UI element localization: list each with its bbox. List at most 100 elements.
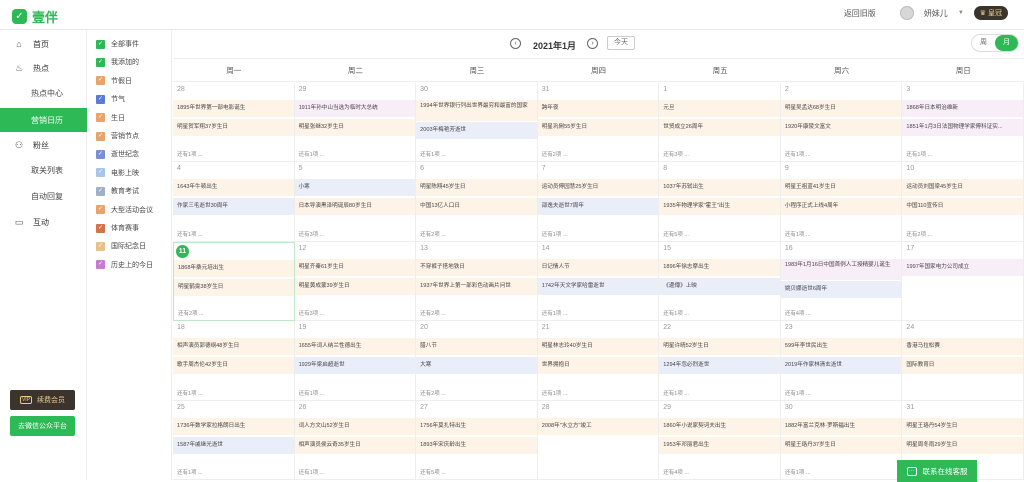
more-events-link[interactable]: 还有1项 ... (785, 389, 811, 397)
filter-item[interactable]: ✓ 全部事件 (96, 37, 139, 51)
calendar-event[interactable]: 1920年康陵文富文 (780, 119, 902, 136)
month-view-button[interactable]: 月 (995, 35, 1018, 51)
day-cell[interactable]: 16 1983年1月16日中国首例人工授精婴儿诞生 姚贝娜逝世6周年 还有4项 ... (780, 241, 903, 322)
more-events-link[interactable]: 还有1项 ... (177, 468, 203, 476)
day-cell[interactable]: 15 1896年徐志摩出生 《邊傳》上映 还有1项 ... (659, 241, 781, 322)
calendar-event[interactable]: 香港马拉松赛 (902, 338, 1023, 356)
more-events-link[interactable]: 还有1项 ... (420, 150, 446, 158)
calendar-event[interactable]: 1994年世界银行列出世界最穷和最富的国家 (416, 100, 537, 121)
day-cell[interactable]: 12 明星齐秦61岁生日 明星黄成蒙39岁生日 还有3项 ... (294, 241, 417, 322)
calendar-event[interactable]: 1860年小说家契诃夫出生 (659, 417, 780, 435)
calendar-event[interactable]: 《邊傳》上映 (659, 277, 780, 295)
calendar-event[interactable]: 日本导演黑泽明诞辰80岁生日 (294, 198, 416, 216)
back-to-old-version-link[interactable]: 返回旧版 (844, 8, 876, 19)
day-cell[interactable]: 28 1895年世界第一部电影诞生 明星贺军翔37岁生日 还有1项 ... (173, 83, 295, 163)
day-cell[interactable]: 11 1868年桑元培出生 明星鹤龛38岁生日 还有2项 ... (173, 241, 295, 322)
day-cell[interactable]: 19 1655年词人纳兰性德出生 1929年梁启超逝世 还有1项 ... (294, 321, 417, 401)
calendar-event[interactable]: 大寒 (416, 357, 537, 375)
wechat-platform-button[interactable]: 去微信公众平台 (10, 416, 75, 436)
more-events-link[interactable]: 还有5项 ... (663, 230, 689, 238)
checkbox-icon[interactable]: ✓ (96, 76, 105, 86)
calendar-event[interactable]: 明星王祖蓝41岁生日 (780, 179, 902, 197)
checkbox-icon[interactable]: ✓ (96, 113, 105, 123)
more-events-link[interactable]: 还有1项 ... (299, 468, 325, 476)
customer-service-button[interactable]: ··· 联系在线客服 (897, 460, 977, 482)
day-cell[interactable]: 18 相声演员郭德纲48岁生日 歌手周杰伦42岁生日 还有1项 ... (173, 321, 295, 401)
day-cell[interactable]: 24 香港马拉松赛 国际教育日 (902, 321, 1024, 401)
checkbox-icon[interactable]: ✓ (96, 149, 105, 159)
calendar-event[interactable]: 小寒 (294, 179, 416, 197)
filter-item[interactable]: ✓ 国际纪念日 (96, 239, 146, 253)
more-events-link[interactable]: 还有1项 ... (299, 389, 325, 397)
prev-month-button[interactable]: ‹ (510, 38, 521, 49)
more-events-link[interactable]: 还有1项 ... (177, 230, 203, 238)
more-events-link[interactable]: 还有2项 ... (906, 230, 932, 238)
more-events-link[interactable]: 还有2项 ... (178, 309, 204, 317)
calendar-event[interactable]: 1896年徐志摩出生 (659, 258, 780, 276)
more-events-link[interactable]: 还有1项 ... (299, 150, 325, 158)
more-events-link[interactable]: 还有1项 ... (177, 150, 203, 158)
checkbox-icon[interactable]: ✓ (96, 57, 105, 67)
calendar-event[interactable]: 明星吴孟达68岁生日 (780, 100, 902, 117)
filter-item[interactable]: ✓ 逝世纪念 (96, 147, 139, 161)
more-events-link[interactable]: 还有1项 ... (906, 150, 932, 158)
filter-item[interactable]: ✓ 电影上映 (96, 166, 139, 180)
calendar-event[interactable]: 国际教育日 (902, 357, 1023, 375)
day-cell[interactable]: 28 2008年"水立方"竣工 (537, 400, 660, 480)
calendar-event[interactable]: 1851年1月3日法国物理学家傅科证实... (902, 119, 1023, 136)
more-events-link[interactable]: 还有1项 ... (785, 150, 811, 158)
more-events-link[interactable]: 还有1项 ... (542, 230, 568, 238)
day-cell[interactable]: 4 1643年牛顿出生 作家三毛逝世30周年 还有1项 ... (173, 162, 295, 242)
day-cell[interactable]: 23 599年李世民出生 2019年作家林清玄逝世 还有1项 ... (780, 321, 903, 401)
day-cell[interactable]: 17 1997年国家电力公司成立 (902, 241, 1024, 322)
day-cell[interactable]: 22 明星许晴52岁生日 1294年忽必烈逝世 还有1项 ... (659, 321, 781, 401)
calendar-event[interactable]: 明星许晴52岁生日 (659, 338, 780, 356)
day-cell[interactable]: 6 明星陈翔45岁生日 中国13亿人口日 还有2项 ... (416, 162, 538, 242)
calendar-event[interactable]: 中国110宣传日 (902, 198, 1023, 216)
sidebar-item-hotspot-center[interactable]: 热点中心 (0, 81, 87, 105)
filter-item[interactable]: ✓ 节假日 (96, 74, 132, 88)
more-events-link[interactable]: 还有1项 ... (177, 389, 203, 397)
more-events-link[interactable]: 还有4项 ... (663, 468, 689, 476)
more-events-link[interactable]: 还有3项 ... (663, 150, 689, 158)
filter-item[interactable]: ✓ 我添加的 (96, 55, 139, 69)
calendar-event[interactable]: 1868年日本明治维新 (902, 100, 1023, 117)
calendar-event[interactable]: 1756年莫扎特出生 (416, 417, 537, 435)
more-events-link[interactable]: 还有1项 ... (785, 468, 811, 476)
calendar-event[interactable]: 跨年夜 (537, 100, 659, 117)
day-cell[interactable]: 29 1860年小说家契诃夫出生 1953年邓丽君出生 还有4项 ... (659, 400, 781, 480)
day-cell[interactable]: 2 明星吴孟达68岁生日 1920年康陵文富文 还有1项 ... (780, 83, 903, 163)
chevron-down-icon[interactable]: ▼ (958, 10, 964, 16)
checkbox-icon[interactable]: ✓ (96, 94, 105, 104)
more-events-link[interactable]: 还有1项 ... (663, 389, 689, 397)
calendar-event[interactable]: 不穿裤子搭地铁日 (416, 258, 537, 276)
calendar-event[interactable]: 599年李世民出生 (780, 338, 902, 356)
more-events-link[interactable]: 还有1项 ... (785, 230, 811, 238)
calendar-event[interactable]: 1911年孙中山当选为临时大总统 (294, 100, 416, 117)
today-button[interactable]: 今天 (607, 36, 635, 50)
filter-item[interactable]: ✓ 营销节点 (96, 129, 139, 143)
next-month-button[interactable]: › (587, 38, 598, 49)
calendar-event[interactable]: 元旦 (659, 100, 780, 117)
sidebar-item-interaction[interactable]: ▭ 互动 (0, 210, 87, 234)
calendar-event[interactable]: 小程序正式上线4周年 (780, 198, 902, 216)
sidebar-item-marketing-calendar[interactable]: 营销日历 (0, 108, 87, 132)
more-events-link[interactable]: 还有3项 ... (299, 230, 325, 238)
calendar-event[interactable]: 1997年国家电力公司成立 (902, 258, 1023, 276)
day-cell[interactable]: 9 明星王祖蓝41岁生日 小程序正式上线4周年 还有1项 ... (780, 162, 903, 242)
more-events-link[interactable]: 还有5项 ... (420, 468, 446, 476)
filter-item[interactable]: ✓ 历史上的今日 (96, 258, 153, 272)
sidebar-item-auto-reply[interactable]: 自动回复 (0, 184, 87, 208)
more-events-link[interactable]: 还有2项 ... (420, 230, 446, 238)
week-view-button[interactable]: 周 (972, 35, 995, 51)
checkbox-icon[interactable]: ✓ (96, 39, 105, 49)
calendar-event[interactable]: 相声演员侯云奇35岁生日 (294, 436, 416, 454)
more-events-link[interactable]: 还有2项 ... (420, 389, 446, 397)
calendar-event[interactable]: 运动员刘国梁45岁生日 (902, 179, 1023, 197)
app-logo[interactable]: ✓ 壹伴 (12, 7, 58, 26)
vip-badge[interactable]: ♛ 皇冠 (973, 6, 1008, 20)
checkbox-icon[interactable]: ✓ (96, 205, 105, 215)
renew-vip-button[interactable]: VIP 续费会员 (10, 390, 75, 410)
more-events-link[interactable]: 还有2项 ... (420, 309, 446, 317)
calendar-event[interactable]: 明星林志玲40岁生日 (537, 338, 659, 356)
